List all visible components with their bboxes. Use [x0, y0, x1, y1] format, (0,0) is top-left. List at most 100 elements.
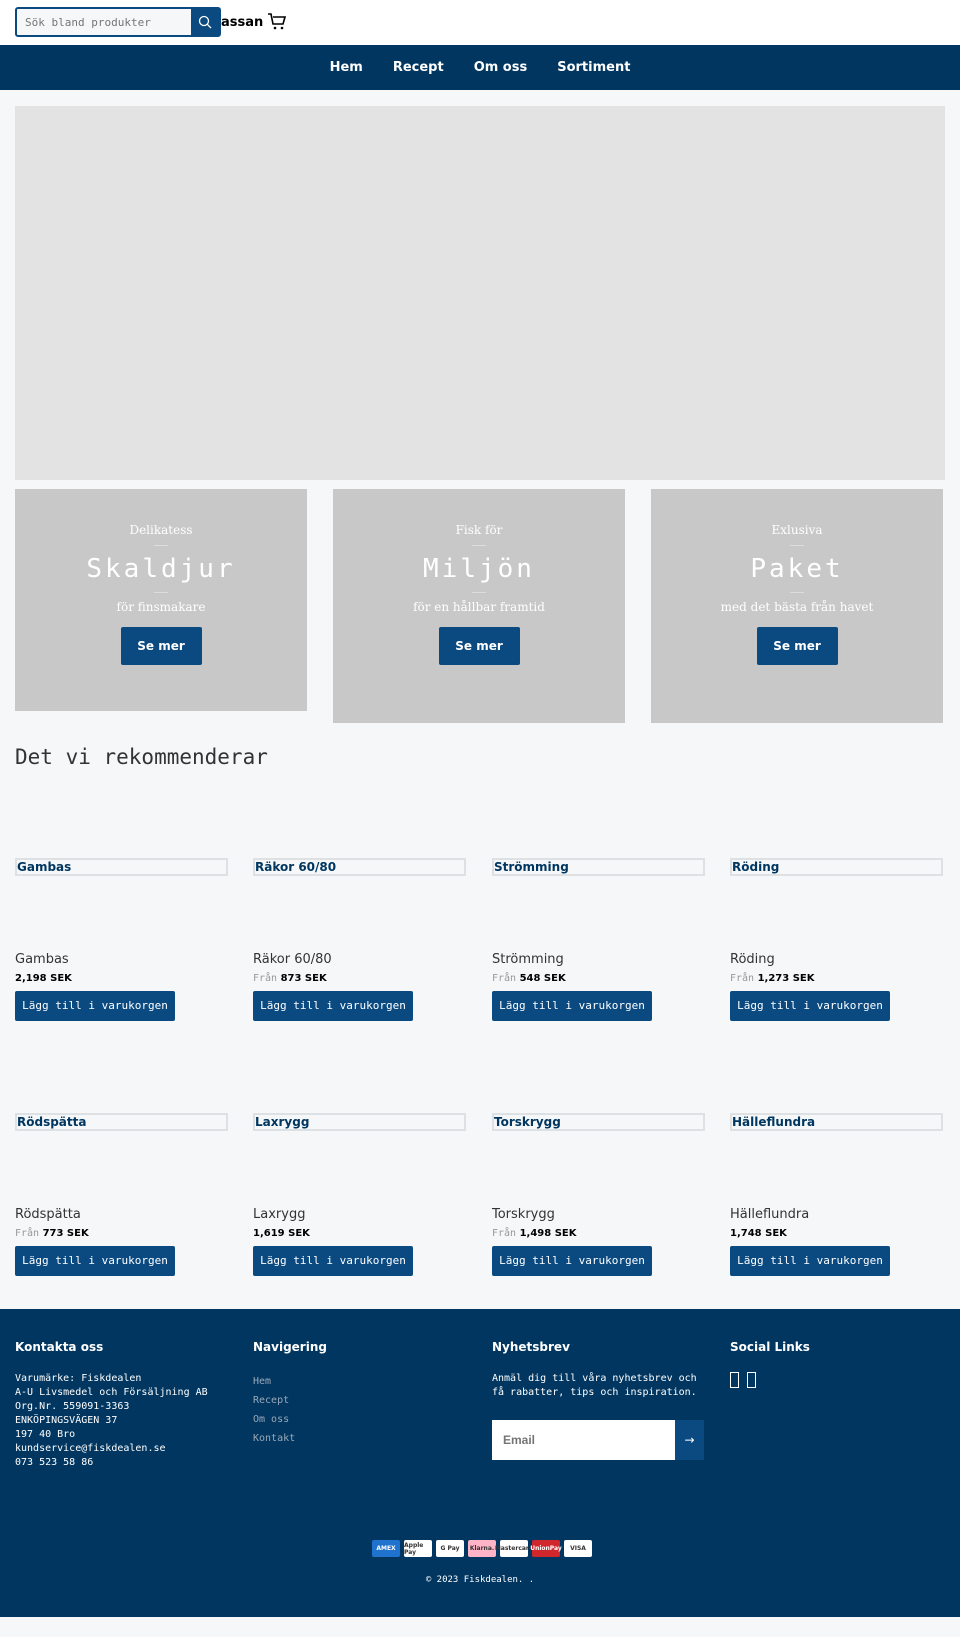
- site-footer: Kontakta oss Varumärke: Fiskdealen A-U Li…: [0, 1309, 960, 1617]
- price-value: 548 SEK: [519, 973, 566, 984]
- product-price: 2,198 SEK: [15, 973, 228, 984]
- product-image-placeholder[interactable]: Hälleflundra: [730, 1113, 943, 1131]
- price-value: 1,619 SEK: [253, 1228, 310, 1239]
- main-nav: Hem Recept Om oss Sortiment: [0, 45, 960, 90]
- from-label: Från: [492, 1228, 517, 1239]
- footer-heading: Social Links: [730, 1340, 810, 1354]
- footer-link-hem[interactable]: Hem: [253, 1372, 327, 1391]
- copyright: © 2023 Fiskdealen. .: [425, 1575, 535, 1585]
- footer-link-recept[interactable]: Recept: [253, 1391, 327, 1410]
- contact-line: ENKÖPINGSVÄGEN 37: [15, 1415, 118, 1426]
- price-value: 2,198 SEK: [15, 973, 72, 984]
- add-to-cart-button[interactable]: Lägg till i varukorgen: [730, 991, 890, 1021]
- email-input[interactable]: [492, 1420, 675, 1460]
- logo-text[interactable]: assan: [221, 15, 263, 30]
- footer-link-om-oss[interactable]: Om oss: [253, 1410, 327, 1429]
- price-value: 1,498 SEK: [519, 1228, 577, 1239]
- product-name[interactable]: Torskrygg: [492, 1207, 705, 1222]
- promo-pre: Delikatess: [129, 523, 193, 537]
- instagram-icon[interactable]: [747, 1372, 756, 1388]
- product-card: Torskrygg Torskrygg Från 1,498 SEK Lägg …: [492, 1113, 705, 1276]
- from-label: Från: [730, 973, 755, 984]
- promo-sub: för finsmakare: [116, 600, 206, 614]
- contact-line[interactable]: kundservice@fiskdealen.se: [15, 1443, 166, 1454]
- se-mer-button[interactable]: Se mer: [756, 627, 838, 665]
- section-title: Det vi rekommenderar: [15, 745, 268, 769]
- promo-paket: Exlusiva Paket med det bästa från havet …: [651, 489, 943, 723]
- footer-contact: Kontakta oss Varumärke: Fiskdealen A-U Li…: [15, 1340, 208, 1470]
- footer-social: Social Links: [730, 1340, 810, 1392]
- product-image-placeholder[interactable]: Torskrygg: [492, 1113, 705, 1131]
- promo-title: Paket: [750, 554, 844, 584]
- footer-heading: Nyhetsbrev: [492, 1340, 570, 1354]
- contact-line: 073 523 58 86: [15, 1457, 94, 1468]
- add-to-cart-button[interactable]: Lägg till i varukorgen: [253, 1246, 413, 1276]
- product-image-placeholder[interactable]: Röding: [730, 858, 943, 876]
- promo-sub: med det bästa från havet: [720, 600, 874, 614]
- promo-skaldjur: Delikatess Skaldjur för finsmakare Se me…: [15, 489, 307, 711]
- search-input[interactable]: [17, 9, 191, 35]
- from-label: Från: [15, 1228, 40, 1239]
- product-name[interactable]: Röding: [730, 952, 943, 967]
- product-name[interactable]: Hälleflundra: [730, 1207, 943, 1222]
- arrow-right-icon: →: [684, 1433, 695, 1447]
- se-mer-button[interactable]: Se mer: [438, 627, 520, 665]
- price-value: 1,748 SEK: [730, 1228, 787, 1239]
- from-label: Från: [492, 973, 517, 984]
- add-to-cart-button[interactable]: Lägg till i varukorgen: [15, 991, 175, 1021]
- add-to-cart-button[interactable]: Lägg till i varukorgen: [492, 1246, 652, 1276]
- search-button[interactable]: [191, 9, 219, 35]
- product-price: Från 1,273 SEK: [730, 973, 943, 984]
- facebook-icon[interactable]: [730, 1372, 739, 1388]
- site-header: assan: [0, 0, 960, 45]
- add-to-cart-button[interactable]: Lägg till i varukorgen: [730, 1246, 890, 1276]
- payment-unionpay-icon: UnionPay: [530, 1540, 562, 1557]
- footer-heading: Kontakta oss: [15, 1340, 104, 1354]
- nav-sortiment[interactable]: Sortiment: [557, 60, 630, 75]
- add-to-cart-button[interactable]: Lägg till i varukorgen: [253, 991, 413, 1021]
- contact-line: Varumärke: Fiskdealen: [15, 1373, 142, 1384]
- product-image-placeholder[interactable]: Räkor 60/80: [253, 858, 466, 876]
- product-image-placeholder[interactable]: Strömming: [492, 858, 705, 876]
- nav-om-oss[interactable]: Om oss: [474, 60, 528, 75]
- search-icon: [198, 15, 212, 29]
- cart-icon[interactable]: [267, 12, 287, 30]
- price-value: 1,273 SEK: [757, 973, 815, 984]
- footer-navigation: Navigering Hem Recept Om oss Kontakt: [253, 1340, 327, 1448]
- footer-newsletter: Nyhetsbrev Anmäl dig till våra nyhetsbre…: [492, 1340, 707, 1460]
- subscribe-button[interactable]: →: [675, 1420, 704, 1460]
- price-value: 773 SEK: [42, 1228, 89, 1239]
- nav-hem[interactable]: Hem: [330, 60, 363, 75]
- add-to-cart-button[interactable]: Lägg till i varukorgen: [15, 1246, 175, 1276]
- product-card: Hälleflundra Hälleflundra 1,748 SEK Lägg…: [730, 1113, 943, 1276]
- payment-visa-icon: VISA: [564, 1540, 592, 1557]
- promo-miljon: Fisk för Miljön för en hållbar framtid S…: [333, 489, 625, 723]
- product-name[interactable]: Rödspätta: [15, 1207, 228, 1222]
- contact-line: 197 40 Bro: [15, 1429, 76, 1440]
- search-bar: [15, 7, 221, 37]
- promo-sub: för en hållbar framtid: [413, 600, 545, 614]
- product-price: 1,748 SEK: [730, 1228, 943, 1239]
- product-price: Från 1,498 SEK: [492, 1228, 705, 1239]
- payment-applepay-icon: Apple Pay: [404, 1540, 432, 1557]
- payment-klarna-icon: Klarna.: [468, 1540, 496, 1557]
- product-name[interactable]: Laxrygg: [253, 1207, 466, 1222]
- product-image-placeholder[interactable]: Gambas: [15, 858, 228, 876]
- from-label: Från: [253, 973, 278, 984]
- add-to-cart-button[interactable]: Lägg till i varukorgen: [492, 991, 652, 1021]
- se-mer-button[interactable]: Se mer: [120, 627, 202, 665]
- product-name[interactable]: Strömming: [492, 952, 705, 967]
- footer-heading: Navigering: [253, 1340, 327, 1354]
- product-name[interactable]: Räkor 60/80: [253, 952, 466, 967]
- nav-recept[interactable]: Recept: [393, 60, 444, 75]
- promo-title: Miljön: [423, 554, 535, 584]
- promo-pre: Fisk för: [455, 523, 503, 537]
- product-name[interactable]: Gambas: [15, 952, 228, 967]
- payment-mastercard-icon: Mastercard: [495, 1540, 533, 1557]
- product-image-placeholder[interactable]: Laxrygg: [253, 1113, 466, 1131]
- product-image-placeholder[interactable]: Rödspätta: [15, 1113, 228, 1131]
- footer-link-kontakt[interactable]: Kontakt: [253, 1429, 327, 1448]
- payment-icons: AMEX Apple Pay G Pay Klarna. Mastercard Union…: [372, 1540, 592, 1557]
- product-card: Gambas Gambas 2,198 SEK Lägg till i varu…: [15, 858, 228, 1021]
- payment-gpay-icon: G Pay: [436, 1540, 464, 1557]
